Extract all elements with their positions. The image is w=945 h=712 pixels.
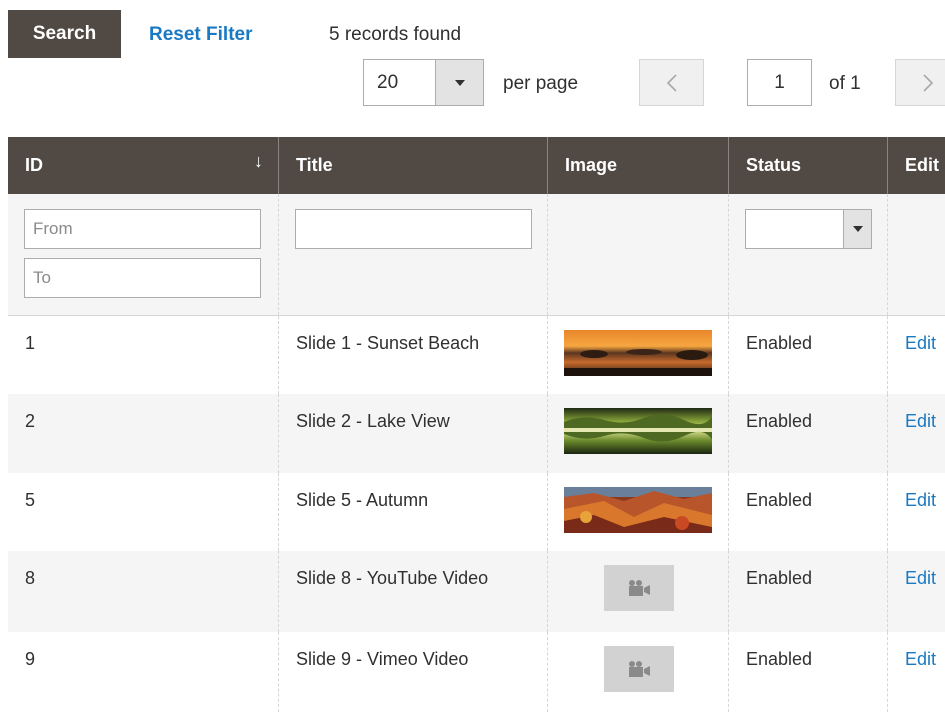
autumn-thumbnail [564, 487, 712, 533]
table-row[interactable]: 9 Slide 9 - Vimeo Video Enabled Edit [8, 632, 945, 712]
edit-link[interactable]: Edit [905, 490, 936, 510]
cell-image [547, 473, 728, 551]
current-page-input[interactable] [747, 59, 812, 106]
cell-title: Slide 2 - Lake View [278, 394, 547, 473]
id-from-input[interactable] [24, 209, 261, 249]
cell-image [547, 551, 728, 632]
previous-page-button[interactable] [639, 59, 704, 106]
cell-edit: Edit [887, 316, 945, 394]
sort-arrow-icon: ↓ [254, 151, 263, 171]
lake-thumbnail [564, 408, 712, 454]
sunset-thumbnail [564, 330, 712, 376]
edit-link[interactable]: Edit [905, 411, 936, 431]
column-header-title[interactable]: Title [278, 137, 547, 194]
cell-status: Enabled [728, 473, 887, 551]
chevron-down-icon [852, 226, 863, 232]
cell-title: Slide 5 - Autumn [278, 473, 547, 551]
video-placeholder [604, 646, 674, 692]
column-label: Image [565, 155, 618, 175]
search-button[interactable]: Search [8, 10, 121, 58]
filter-cell-title [278, 194, 547, 315]
per-page-value: 20 [364, 60, 436, 105]
video-camera-icon [629, 580, 650, 596]
edit-link[interactable]: Edit [905, 568, 936, 588]
cell-id: 9 [25, 649, 36, 669]
column-header-image: Image [547, 137, 728, 194]
cell-edit: Edit [887, 632, 945, 712]
cell-title: Slide 8 - YouTube Video [278, 551, 547, 632]
per-page-label: per page [503, 73, 579, 94]
column-header-id[interactable]: ID ↓ [8, 137, 278, 194]
filter-cell-id [8, 194, 278, 315]
filter-cell-status [728, 194, 887, 315]
cell-edit: Edit [887, 394, 945, 473]
cell-title: Slide 1 - Sunset Beach [278, 316, 547, 394]
table-row[interactable]: 2 Slide 2 - Lake View Enabled Edit [8, 394, 945, 473]
column-label: Edit [905, 155, 939, 175]
status-filter-select[interactable] [745, 209, 872, 249]
cell-edit: Edit [887, 551, 945, 632]
column-label: Status [746, 155, 802, 175]
cell-edit: Edit [887, 473, 945, 551]
records-count: 5 records found [329, 24, 462, 45]
filter-row [8, 194, 945, 316]
video-placeholder [604, 565, 674, 611]
chevron-right-icon [923, 73, 934, 92]
cell-id: 1 [25, 333, 36, 353]
table-row[interactable]: 5 Slide 5 - Autumn Enabled Edit [8, 473, 945, 551]
cell-image [547, 632, 728, 712]
chevron-down-icon [454, 79, 465, 86]
video-camera-icon [629, 661, 650, 677]
cell-id: 5 [25, 490, 36, 510]
filter-cell-image [547, 194, 728, 315]
column-header-edit: Edit [887, 137, 945, 194]
title-filter-input[interactable] [295, 209, 532, 249]
cell-status: Enabled [728, 394, 887, 473]
cell-id: 2 [25, 411, 36, 431]
page-total: of 1 [829, 73, 861, 94]
chevron-left-icon [666, 73, 677, 92]
next-page-button[interactable] [895, 59, 945, 106]
cell-id: 8 [25, 568, 36, 588]
grid-header: ID ↓ Title Image Status Edit [8, 137, 945, 194]
cell-image [547, 316, 728, 394]
column-header-status[interactable]: Status [728, 137, 887, 194]
per-page-select[interactable]: 20 [363, 59, 484, 106]
slides-grid: ID ↓ Title Image Status Edit 1 Slide 1 -… [8, 137, 945, 712]
status-dropdown-toggle[interactable] [843, 210, 871, 248]
column-label: ID [25, 155, 43, 175]
edit-link[interactable]: Edit [905, 649, 936, 669]
cell-image [547, 394, 728, 473]
column-label: Title [296, 155, 333, 175]
table-row[interactable]: 8 Slide 8 - YouTube Video Enabled Edit [8, 551, 945, 632]
table-row[interactable]: 1 Slide 1 - Sunset Beach Enabled Edit [8, 316, 945, 394]
cell-status: Enabled [728, 632, 887, 712]
per-page-dropdown-toggle[interactable] [436, 60, 483, 105]
reset-filter-link[interactable]: Reset Filter [149, 22, 252, 48]
id-to-input[interactable] [24, 258, 261, 298]
cell-title: Slide 9 - Vimeo Video [278, 632, 547, 712]
filter-cell-edit [887, 194, 945, 315]
edit-link[interactable]: Edit [905, 333, 936, 353]
cell-status: Enabled [728, 316, 887, 394]
cell-status: Enabled [728, 551, 887, 632]
